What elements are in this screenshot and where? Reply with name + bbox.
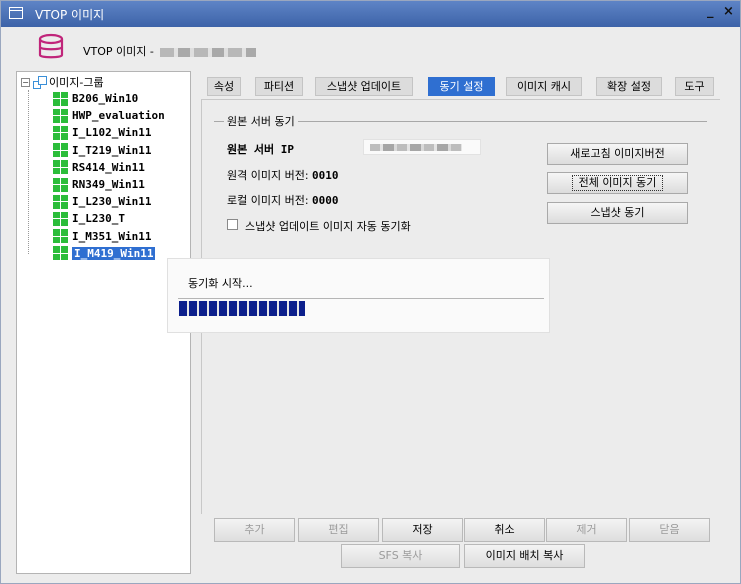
auto-sync-label: 스냅샷 업데이트 이미지 자동 동기화 <box>245 220 411 233</box>
close-dialog-button[interactable]: 닫음 <box>629 518 710 542</box>
app-header: VTOP 이미지 - <box>1 27 740 67</box>
tab-properties[interactable]: 속성 <box>207 77 241 96</box>
tree-item-label: I_L230_T <box>72 212 125 226</box>
refresh-version-button[interactable]: 새로고침 이미지버전 <box>547 143 688 165</box>
remote-version-value: 0010 <box>312 169 339 182</box>
server-ip-field[interactable] <box>363 139 481 155</box>
sync-all-button[interactable]: 전체 이미지 동기 <box>547 172 688 194</box>
tree-item[interactable]: I_L230_T <box>53 210 125 227</box>
sync-snapshot-button[interactable]: 스냅샷 동기 <box>547 202 688 224</box>
tree-item-label: I_M351_Win11 <box>72 229 152 243</box>
title-bar: VTOP 이미지 _ × <box>1 1 740 27</box>
tab-sync-settings[interactable]: 동기 설정 <box>428 77 495 96</box>
header-title-text: VTOP 이미지 - <box>83 45 154 58</box>
tab-image-cache[interactable]: 이미지 캐시 <box>506 77 582 96</box>
tab-partition[interactable]: 파티션 <box>255 77 303 96</box>
windows-icon <box>53 143 69 158</box>
local-version-value: 0000 <box>312 194 339 207</box>
sync-progress-bar <box>177 299 307 318</box>
database-icon <box>38 33 64 59</box>
sync-all-button-label: 전체 이미지 동기 <box>571 175 664 191</box>
windows-icon <box>53 108 69 123</box>
window-menu-icon[interactable] <box>9 7 23 19</box>
windows-icon <box>53 194 69 209</box>
tree-item[interactable]: I_T219_Win11 <box>53 142 151 159</box>
windows-icon <box>53 91 69 106</box>
minimize-button[interactable]: _ <box>707 4 714 19</box>
tree-item[interactable]: I_L230_Win11 <box>53 193 151 210</box>
progress-status-text: 동기화 시작... <box>188 277 253 290</box>
tab-tools[interactable]: 도구 <box>675 77 714 96</box>
sfs-copy-button[interactable]: SFS 복사 <box>341 544 460 568</box>
window-title: VTOP 이미지 <box>35 8 105 22</box>
sync-group-title: 원본 서버 동기 <box>224 113 298 129</box>
edit-button[interactable]: 편집 <box>298 518 379 542</box>
tree-item[interactable]: I_M419_Win11 <box>53 245 156 262</box>
tree-item[interactable]: HWP_evaluation <box>53 107 165 124</box>
local-version-label: 로컬 이미지 버전: <box>227 194 309 207</box>
remote-version-row: 원격 이미지 버전: 0010 <box>227 167 339 183</box>
tab-bar: 속성 파티션 스냅샷 업데이트 동기 설정 이미지 캐시 확장 설정 도구 <box>201 75 714 101</box>
auto-sync-checkbox[interactable] <box>227 219 238 230</box>
tree-item-label: RS414_Win11 <box>72 160 145 174</box>
batch-copy-button[interactable]: 이미지 배치 복사 <box>464 544 585 568</box>
tree-item-label: HWP_evaluation <box>72 109 165 123</box>
close-button[interactable]: × <box>723 4 734 19</box>
tree-item[interactable]: I_L102_Win11 <box>53 124 151 141</box>
windows-icon <box>53 125 69 140</box>
windows-icon <box>53 177 69 192</box>
group-folder-icon <box>33 75 47 89</box>
header-title: VTOP 이미지 - <box>83 43 256 59</box>
sync-progress-popup: 동기화 시작... <box>167 258 550 333</box>
tree-item-label: RN349_Win11 <box>72 178 145 191</box>
tree-item[interactable]: RS414_Win11 <box>53 159 145 176</box>
tree-item-label: I_M419_Win11 <box>72 246 156 260</box>
add-button[interactable]: 추가 <box>214 518 295 542</box>
tab-extended-settings[interactable]: 확장 설정 <box>596 77 662 96</box>
cancel-button[interactable]: 취소 <box>464 518 545 542</box>
redacted-ip <box>370 144 462 151</box>
tree-item[interactable]: RN349_Win11 <box>53 176 145 193</box>
tree-item-label: I_T219_Win11 <box>72 143 152 157</box>
tree-root[interactable]: − 이미지-그룹 <box>21 74 104 90</box>
tree-item[interactable]: B206_Win10 <box>53 90 138 107</box>
remote-version-label: 원격 이미지 버전: <box>227 169 309 182</box>
server-ip-label: 원본 서버 IP <box>227 143 294 156</box>
app-window: VTOP 이미지 _ × VTOP 이미지 - − 이미지-그룹 B206_Wi… <box>0 0 741 584</box>
image-group-tree[interactable]: − 이미지-그룹 B206_Win10 HWP_evaluation I_L102_… <box>16 71 191 574</box>
progress-fill <box>179 301 305 316</box>
tree-connector <box>28 90 29 254</box>
windows-icon <box>53 160 69 175</box>
tab-snapshot-update[interactable]: 스냅샷 업데이트 <box>315 77 413 96</box>
windows-icon <box>53 246 69 261</box>
tree-item-label: I_L230_Win11 <box>72 195 152 209</box>
remove-button[interactable]: 제거 <box>546 518 627 542</box>
redacted-server-name <box>159 47 256 57</box>
tree-item-label: B206_Win10 <box>72 92 139 105</box>
tree-item[interactable]: I_M351_Win11 <box>53 228 151 245</box>
collapse-toggle-icon[interactable]: − <box>21 77 30 87</box>
windows-icon <box>53 229 69 244</box>
windows-icon <box>53 211 69 226</box>
tree-root-label: 이미지-그룹 <box>49 76 104 89</box>
local-version-row: 로컬 이미지 버전: 0000 <box>227 192 339 208</box>
save-button[interactable]: 저장 <box>382 518 463 542</box>
progress-track <box>179 301 305 316</box>
tree-item-label: I_L102_Win11 <box>72 126 152 140</box>
